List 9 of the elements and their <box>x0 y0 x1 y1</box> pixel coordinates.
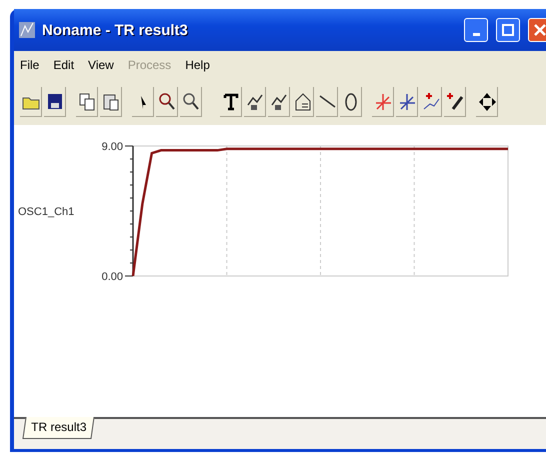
menu-item[interactable]: Help <box>185 58 210 72</box>
tick-label: 9.00 <box>102 141 123 153</box>
menu-item[interactable]: View <box>88 58 114 72</box>
series-label: OSC1_Ch1 <box>18 206 74 218</box>
menu-item[interactable]: File <box>20 58 40 72</box>
menu-item[interactable]: Edit <box>53 58 74 72</box>
tick-label: 0.00 <box>102 271 123 283</box>
tab[interactable]: TR result3 <box>22 417 95 439</box>
window-title: Noname - TR result3 <box>42 22 189 38</box>
